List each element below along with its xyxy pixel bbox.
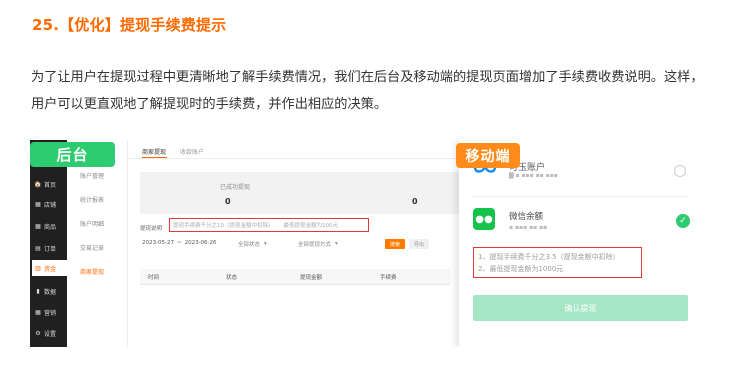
funds-icon: ▥	[35, 264, 41, 272]
sidebar-item-label: 商品	[44, 223, 57, 231]
column-header-amount: 提现金额	[300, 275, 323, 281]
stats-panel: 已成功提现 0 0	[140, 172, 470, 214]
description-paragraph: 为了让用户在提现过程中更清晰地了解手续费情况，我们在后台及移动端的提现页面增加了…	[31, 70, 704, 112]
sidebar-item-orders[interactable]: ▤ 订单	[34, 240, 67, 256]
wechat-balance-label: 微信余额	[509, 212, 544, 222]
date-separator: ~	[176, 240, 182, 246]
date-end: 2023-06-26	[184, 240, 217, 246]
search-button[interactable]: 搜索	[385, 239, 405, 249]
gear-icon: ⚙	[35, 329, 41, 337]
notice-label: 提现说明	[140, 226, 163, 232]
method-select-value: 全部提现方式	[298, 242, 332, 248]
admin-main: 商家提现 收款账户 已成功提现 0 0 提现说明 提现手续费千分之10（提现金额…	[128, 140, 470, 347]
subnav-item-transactions[interactable]: 交易记录	[80, 243, 104, 252]
status-select[interactable]: 全部状态 ▾	[238, 239, 267, 249]
shop-icon: ▦	[35, 200, 41, 208]
sidebar-item-label: 营销	[44, 309, 57, 317]
account-meta: ▇ ▪ ▪▪▪ ▪▪ ▪▪▪	[509, 172, 558, 179]
feature-screenshot: 🏠 首页 ▦ 店铺 ▦ 商品 ▤ 订单 ▥ 资金 ▮ 数据 ▦ 营销 ⚙ 设置 账户管理 统计报…	[30, 140, 700, 347]
subnav-item-withdrawal[interactable]: 商家提现	[80, 267, 104, 276]
home-icon: 🏠	[34, 180, 42, 188]
orders-icon: ▤	[35, 244, 41, 252]
sidebar-item-label: 设置	[44, 330, 57, 338]
sidebar-item-label: 首页	[44, 181, 57, 189]
marketing-icon: ▦	[35, 308, 41, 316]
table-header: 时间 状态 提现金额 手续费	[140, 269, 450, 285]
mobile-fee-notice-highlight: 1、提现手续费千分之3.5（提现金额中扣除） 2、最低提现金额为1000元	[473, 247, 642, 278]
tab-withdrawal[interactable]: 商家提现	[142, 147, 166, 156]
chevron-down-icon: ▾	[264, 241, 267, 247]
stat-label-success: 已成功提现	[220, 184, 251, 191]
row-divider	[473, 196, 688, 197]
subnav-item-account-details[interactable]: 账户明细	[80, 219, 104, 228]
sidebar-item-settings[interactable]: ⚙ 设置	[34, 325, 67, 341]
tabs-divider	[128, 158, 470, 159]
admin-subnav: 账户管理 统计报表 账户明细 交易记录 商家提现	[67, 140, 128, 347]
sidebar-item-data[interactable]: ▮ 数据	[34, 283, 67, 299]
wechat-radio-checked-icon[interactable]: ✓	[676, 214, 690, 228]
column-header-fee: 手续费	[380, 275, 397, 281]
chevron-down-icon: ▾	[335, 241, 338, 247]
sidebar-item-marketing[interactable]: ▦ 营销	[34, 304, 67, 320]
column-header-status: 状态	[226, 275, 238, 281]
method-select[interactable]: 全部提现方式 ▾	[298, 239, 338, 249]
wechat-balance-meta: ▪ ▪▪▪ ▪▪ ▪▪	[509, 224, 548, 231]
goods-icon: ▦	[35, 222, 41, 230]
sidebar-item-label: 订单	[44, 245, 57, 253]
sidebar-item-label: 店铺	[44, 201, 57, 209]
mobile-badge: 移动端	[456, 143, 520, 168]
stat-value-pending: 0	[412, 197, 418, 206]
chart-icon: ▮	[36, 287, 40, 295]
subnav-item-account-management[interactable]: 账户管理	[80, 171, 104, 180]
admin-badge: 后台	[30, 142, 115, 167]
column-header-time: 时间	[148, 275, 160, 281]
fee-notice-highlight: 提现手续费千分之10（提现金额中扣除） 最低提现金额为100元	[169, 218, 369, 232]
mobile-fee-rate-text: 1、提现手续费千分之3.5（提现金额中扣除）	[478, 253, 620, 261]
sidebar-item-home[interactable]: 🏠 首页	[34, 176, 67, 192]
export-button[interactable]: 导出	[409, 239, 429, 249]
account-radio[interactable]	[674, 165, 686, 177]
section-heading: 25.【优化】提现手续费提示	[32, 16, 227, 34]
date-start: 2023-05-27	[142, 240, 174, 246]
sidebar-item-label: 数据	[44, 288, 57, 296]
sidebar-item-funds[interactable]: ▥ 资金	[32, 260, 67, 276]
mobile-min-amount-text: 2、最低提现金额为1000元	[478, 265, 564, 273]
tab-payee-account[interactable]: 收款账户	[180, 147, 204, 156]
subnav-item-reports[interactable]: 统计报表	[80, 195, 104, 204]
confirm-withdraw-button[interactable]: 确认提现	[473, 295, 688, 321]
fee-rate-text: 提现手续费千分之10（提现金额中扣除）	[173, 223, 274, 229]
date-range-picker[interactable]: 2023-05-27 ~ 2023-06-26	[142, 238, 234, 248]
wechat-icon: ●●	[473, 208, 495, 230]
sidebar-item-label: 资金	[44, 265, 57, 273]
min-amount-text: 最低提现金额为100元	[283, 223, 339, 229]
status-select-value: 全部状态	[238, 242, 261, 248]
sidebar-item-shop[interactable]: ▦ 店铺	[34, 196, 67, 212]
stat-value-success: 0	[225, 197, 231, 206]
sidebar-item-goods[interactable]: ▦ 商品	[34, 218, 67, 234]
mobile-withdraw-page: 可玉账户 ▇ ▪ ▪▪▪ ▪▪ ▪▪▪ ●● 微信余额 ▪ ▪▪▪ ▪▪ ▪▪ …	[459, 140, 700, 347]
admin-sidebar: 🏠 首页 ▦ 店铺 ▦ 商品 ▤ 订单 ▥ 资金 ▮ 数据 ▦ 营销 ⚙ 设置	[30, 140, 67, 347]
